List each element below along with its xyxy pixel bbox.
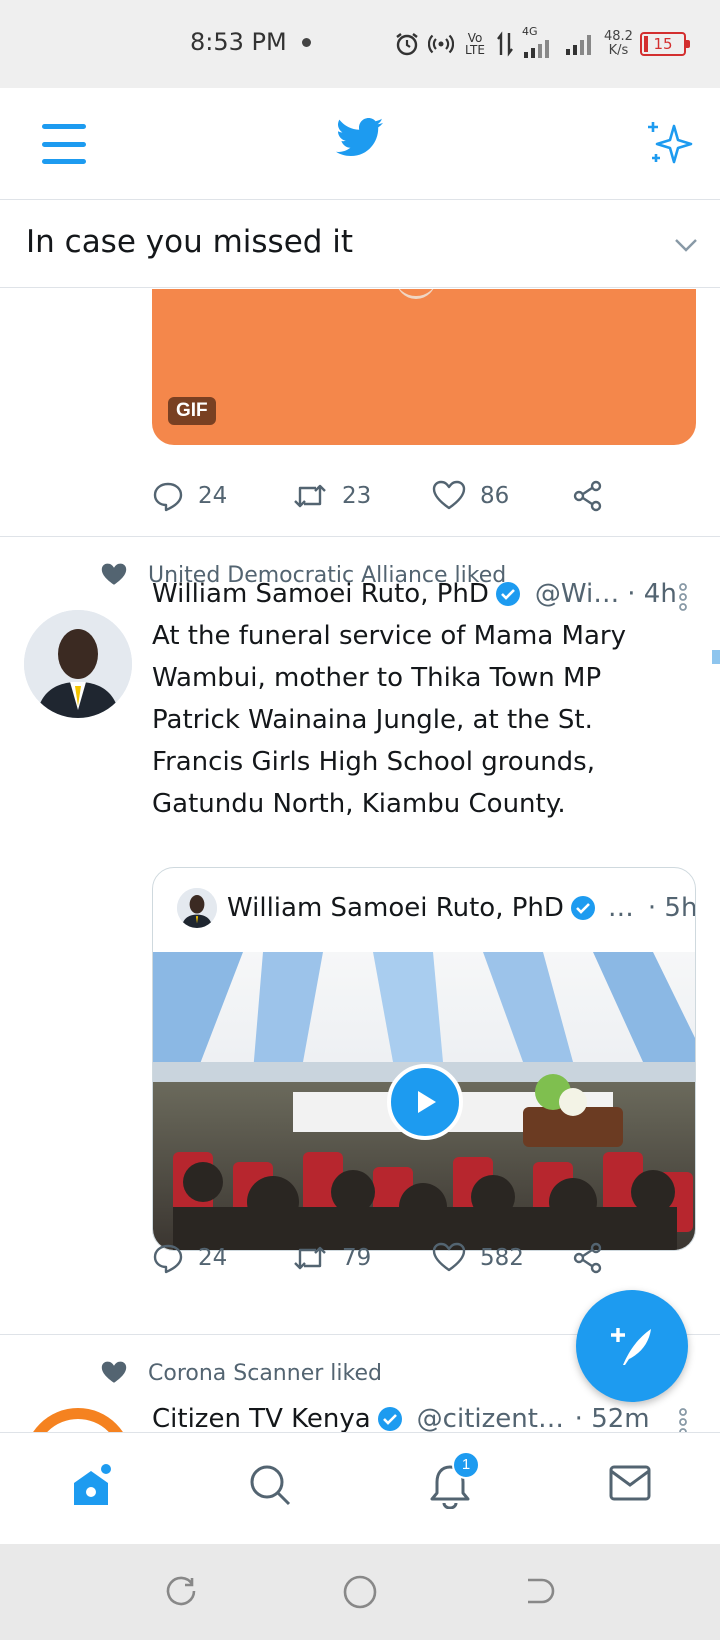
recent-apps-icon[interactable] (164, 1574, 198, 1608)
reply-icon (153, 1244, 183, 1274)
messages-icon (609, 1465, 651, 1501)
notification-dot-icon (302, 38, 311, 47)
speed-value: 48.2 (604, 29, 633, 44)
network-speed: 48.2 K/s (604, 30, 633, 58)
gif-media[interactable]: GIF (152, 289, 696, 445)
quote-avatar (177, 888, 217, 928)
social-context[interactable]: Corona Scanner liked (100, 1360, 382, 1386)
verified-badge-icon (377, 1407, 402, 1431)
more-options-icon[interactable] (678, 583, 688, 611)
reply-button[interactable]: 24 (152, 1242, 292, 1274)
reply-count: 24 (198, 483, 228, 509)
signal-1-icon: 4G (522, 25, 556, 59)
speed-unit: K/s (608, 43, 629, 58)
notification-badge: 1 (452, 1451, 480, 1479)
like-button[interactable]: 582 (432, 1242, 572, 1274)
play-icon (418, 1091, 436, 1113)
quoted-tweet[interactable]: William Samoei Ruto, PhD … · 5h (152, 867, 696, 1251)
author-name[interactable]: Citizen TV Kenya (152, 1404, 371, 1432)
tweet-text[interactable]: At the funeral service of Mama Mary Wamb… (152, 615, 692, 825)
quote-time: · 5h (647, 893, 696, 923)
sparkle-icon[interactable] (646, 118, 696, 168)
volte-label: Vo LTE (465, 31, 485, 57)
share-icon (573, 480, 602, 512)
heart-filled-icon (101, 563, 127, 585)
icymi-header[interactable]: In case you missed it (0, 202, 720, 288)
timeline-feed[interactable]: GIF 24 23 86 United Democratic Alliance … (0, 289, 720, 1432)
system-navigation (0, 1544, 720, 1640)
retweet-button[interactable]: 79 (292, 1242, 432, 1274)
status-bar: 8:53 PM Vo LTE 4G 48.2 K/s 15 (0, 0, 720, 88)
verified-badge-icon (570, 896, 595, 920)
share-button[interactable] (572, 1242, 604, 1274)
verified-badge-icon (495, 582, 520, 606)
like-count: 582 (480, 1245, 524, 1271)
tweet-actions: 24 79 582 (152, 1238, 604, 1278)
heart-icon (432, 480, 466, 510)
bottom-navigation: 1 (0, 1432, 720, 1544)
tweet-header: Citizen TV Kenya @citizentv… · 52m (152, 1404, 688, 1432)
scroll-indicator[interactable] (712, 650, 720, 664)
reply-icon (153, 482, 183, 512)
twitter-bird-icon[interactable] (336, 118, 384, 158)
video-thumbnail[interactable] (153, 952, 695, 1250)
quote-handle: … (607, 893, 634, 923)
tweet-time: · 4h (627, 579, 677, 609)
search-icon (250, 1465, 291, 1506)
gif-badge: GIF (168, 397, 216, 425)
like-count: 86 (480, 483, 510, 509)
alarm-icon (396, 33, 418, 56)
nav-search[interactable] (248, 1463, 292, 1511)
section-title: In case you missed it (26, 224, 354, 260)
hamburger-menu-icon[interactable] (42, 124, 86, 164)
nav-notifications[interactable]: 1 (428, 1451, 480, 1513)
chevron-down-icon[interactable] (674, 238, 698, 252)
nav-messages[interactable] (608, 1463, 652, 1507)
tweet-actions: 24 23 86 (152, 476, 604, 516)
hotspot-icon (428, 34, 454, 54)
quote-author-name: William Samoei Ruto, PhD (227, 893, 564, 923)
data-transfer-icon (497, 31, 513, 57)
battery-icon: 15 (640, 32, 690, 56)
status-icons: Vo LTE 4G 48.2 K/s (394, 25, 633, 62)
author-handle[interactable]: @Wi… (535, 579, 619, 609)
app-header (0, 88, 720, 200)
heart-icon (432, 1242, 466, 1272)
status-time: 8:53 PM (190, 28, 287, 56)
home-icon (74, 1464, 111, 1505)
retweet-count: 79 (342, 1245, 372, 1271)
author-handle[interactable]: @citizentv… (417, 1404, 567, 1432)
battery-level: 15 (653, 35, 673, 53)
reply-count: 24 (198, 1245, 228, 1271)
retweet-icon (294, 1246, 326, 1270)
heart-filled-icon (101, 1361, 127, 1383)
tweet-time: · 52m (574, 1404, 650, 1432)
home-button-icon[interactable] (342, 1574, 378, 1610)
play-button[interactable] (387, 1064, 463, 1140)
share-button[interactable] (572, 480, 604, 512)
quote-header: William Samoei Ruto, PhD … · 5h (177, 888, 695, 928)
signal-2-icon (566, 35, 591, 55)
author-avatar[interactable] (24, 610, 132, 718)
share-icon (573, 1242, 602, 1274)
author-avatar[interactable] (24, 1408, 132, 1432)
nav-home[interactable] (68, 1463, 114, 1513)
reply-button[interactable]: 24 (152, 480, 292, 512)
back-icon[interactable] (522, 1574, 556, 1608)
retweet-count: 23 (342, 483, 372, 509)
compose-tweet-button[interactable] (576, 1290, 688, 1402)
more-options-icon[interactable] (678, 1408, 688, 1432)
author-name[interactable]: William Samoei Ruto, PhD (152, 579, 489, 609)
compose-feather-icon (611, 1328, 651, 1365)
like-button[interactable]: 86 (432, 480, 572, 512)
social-context-text: Corona Scanner liked (148, 1360, 382, 1386)
retweet-button[interactable]: 23 (292, 480, 432, 512)
tweet-header: William Samoei Ruto, PhD @Wi… · 4h (152, 579, 688, 611)
tweet-divider (0, 536, 720, 537)
retweet-icon (294, 484, 326, 508)
